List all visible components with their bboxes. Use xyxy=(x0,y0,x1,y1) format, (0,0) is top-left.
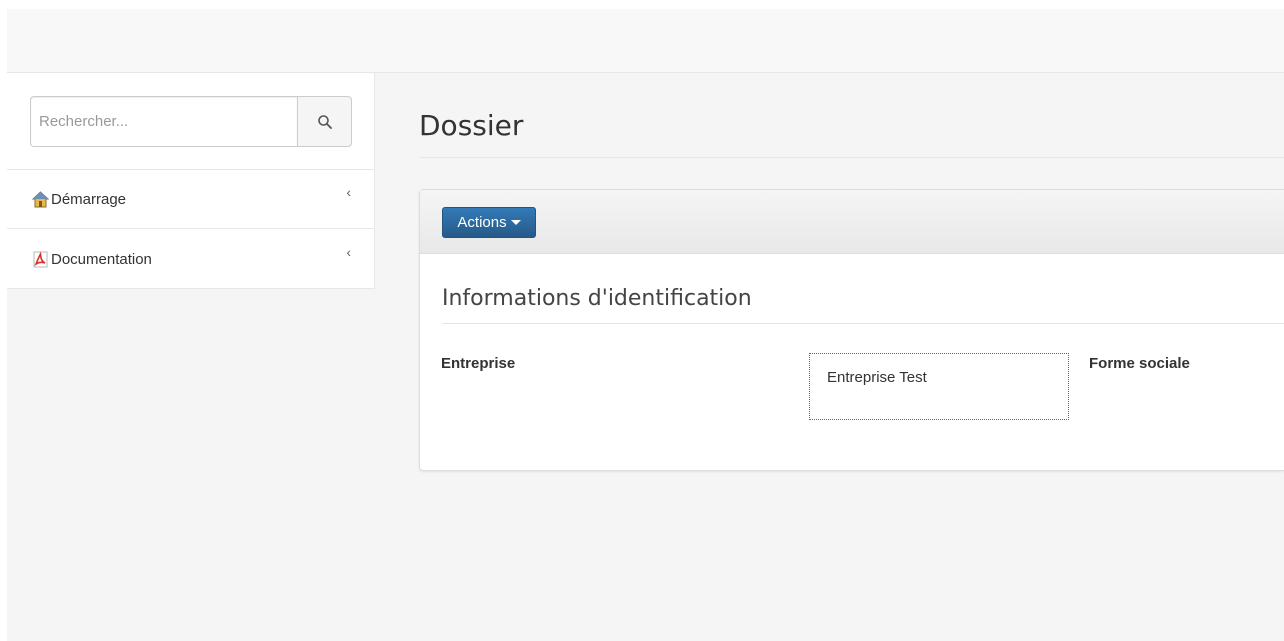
sidebar-item-demarrage[interactable]: Démarrage ‹ xyxy=(7,170,375,229)
sidebar-item-label: Démarrage xyxy=(51,190,127,208)
home-icon xyxy=(32,190,49,207)
field-value-entreprise[interactable]: Entreprise Test xyxy=(809,353,1069,420)
page-title: Dossier xyxy=(419,109,524,142)
search-icon xyxy=(317,114,332,129)
field-label-entreprise: Entreprise xyxy=(441,355,516,372)
section-title: Informations d'identification xyxy=(442,286,752,311)
field-label-forme-sociale: Forme sociale xyxy=(1089,355,1190,372)
divider xyxy=(419,157,1284,158)
search-button[interactable] xyxy=(297,96,352,147)
panel-heading: Actions xyxy=(420,190,1284,254)
caret-down-icon xyxy=(510,220,521,225)
pdf-icon xyxy=(33,251,48,267)
search-area xyxy=(7,73,375,170)
sidebar: Démarrage ‹ Documentation ‹ xyxy=(7,73,375,641)
actions-dropdown-button[interactable]: Actions xyxy=(442,207,536,238)
sidebar-menu: Démarrage ‹ Documentation ‹ xyxy=(7,73,375,289)
top-navbar xyxy=(7,9,1284,73)
divider xyxy=(442,323,1284,324)
sidebar-item-label: Documentation xyxy=(51,250,152,268)
chevron-left-icon: ‹ xyxy=(346,184,351,200)
panel: Actions Informations d'identification En… xyxy=(419,189,1284,471)
actions-label: Actions xyxy=(457,214,507,231)
sidebar-item-documentation[interactable]: Documentation ‹ xyxy=(7,230,375,289)
chevron-left-icon: ‹ xyxy=(346,244,351,260)
search-input[interactable] xyxy=(30,96,297,147)
main-content: Dossier Actions Informations d'identific… xyxy=(375,73,1284,641)
